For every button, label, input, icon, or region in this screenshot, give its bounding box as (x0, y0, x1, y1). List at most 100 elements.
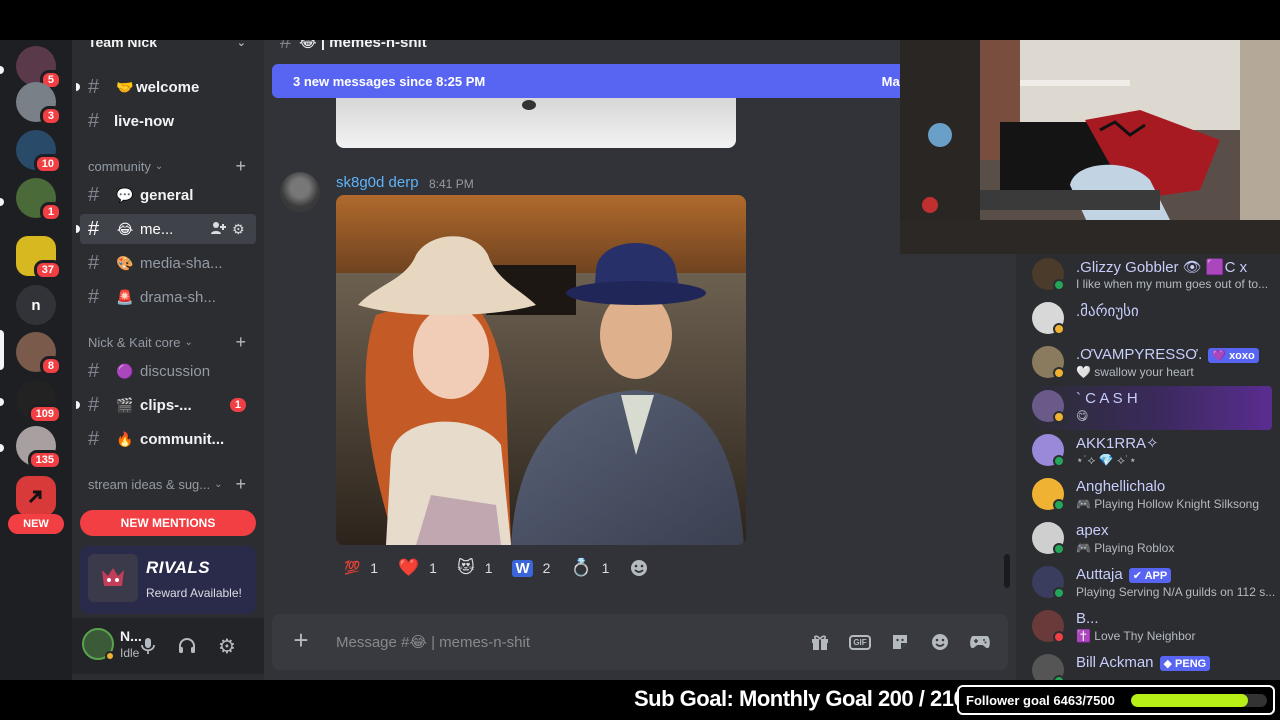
channel-welcome[interactable]: # 🤝 welcome (76, 72, 256, 102)
add-channel-icon[interactable]: + (235, 332, 246, 353)
server-icon-1[interactable]: 5 (16, 46, 62, 90)
reaction-heart-eyes[interactable]: 😻 1 (449, 554, 501, 582)
new-servers-pill[interactable]: NEW (8, 514, 64, 534)
channel-name: clips-... (140, 396, 192, 414)
reaction-emoji: 💍 (570, 558, 592, 577)
reaction-emoji: 😻 (456, 558, 475, 577)
channel-general[interactable]: # 💬 general (80, 180, 256, 210)
message-author[interactable]: sk8g0d derp (336, 174, 419, 191)
channel-memes[interactable]: # 😂 me... ⚙ (76, 214, 256, 244)
channel-emoji: 🚨 (116, 288, 134, 305)
server-icon-n[interactable]: n (16, 285, 56, 325)
previous-image-attachment[interactable] (336, 98, 736, 148)
channel-media-share[interactable]: # 🎨 media-sha... (80, 248, 256, 278)
gift-icon[interactable] (808, 630, 832, 654)
chevron-down-icon: ⌄ (184, 336, 193, 348)
reaction-100[interactable]: 💯 1 (336, 554, 386, 582)
add-reaction-button[interactable] (621, 554, 657, 582)
settings-gear-icon[interactable]: ⚙ (215, 634, 239, 658)
reaction-w[interactable]: W 2 (504, 554, 558, 582)
photo-attachment[interactable] (336, 195, 746, 545)
top-black-bar (0, 0, 1280, 40)
member-name-text: B... (1076, 610, 1099, 627)
server-icon-9[interactable] (16, 476, 56, 516)
member-row[interactable]: B... ✝️ Love Thy Neighbor (1024, 606, 1272, 650)
server-icon-5[interactable]: 37 (16, 236, 62, 280)
webcam-overlay (900, 40, 1280, 254)
apps-controller-icon[interactable] (968, 630, 992, 654)
member-name-text: ` C A S H (1076, 390, 1138, 407)
unread-pill (0, 444, 4, 452)
new-mentions-button[interactable]: NEW MENTIONS (80, 510, 256, 536)
status-indicator-icon (1053, 543, 1065, 555)
rivals-promo[interactable]: RIVALS Reward Available! (80, 546, 256, 614)
microphone-icon[interactable] (136, 634, 160, 658)
channel-community[interactable]: # 🔥 communit... (80, 424, 256, 454)
reaction-ring[interactable]: 💍 1 (562, 554, 617, 582)
sub-goal-text: Sub Goal: Monthly Goal 200 / 210 (634, 686, 966, 711)
emoji-icon[interactable] (928, 630, 952, 654)
mention-badge: 8 (39, 356, 62, 376)
channel-emoji: 💬 (116, 186, 134, 203)
add-channel-icon[interactable]: + (235, 156, 246, 177)
member-row[interactable]: .მარიუსი (1024, 298, 1272, 342)
category-label: community (88, 158, 151, 174)
member-activity: ✝️ Love Thy Neighbor (1076, 629, 1196, 643)
reaction-heart[interactable]: ❤️ 1 (390, 554, 445, 582)
channel-clips[interactable]: # 🎬 clips-... 1 (76, 390, 256, 420)
server-header[interactable]: Team Nick ⌄ (72, 40, 264, 52)
add-channel-icon[interactable]: + (235, 474, 246, 495)
hash-icon: # (88, 109, 100, 132)
member-name: .მარიუსი (1076, 302, 1139, 320)
member-tag-badge: ✔ APP (1128, 567, 1172, 583)
member-row[interactable]: Auttaja ✔ APP Playing Serving N/A guilds o… (1024, 562, 1275, 606)
category-nick-kait-core[interactable]: Nick & Kait core ⌄ + (88, 332, 256, 352)
chat-scrollbar[interactable] (1004, 554, 1010, 588)
server-icon-4[interactable]: 1 (16, 178, 62, 222)
follower-goal: Follower goal 6463/7500 (957, 685, 1275, 715)
channel-name: general (140, 186, 194, 204)
message-input[interactable]: Message #😂 | memes-n-shit (336, 633, 530, 651)
new-messages-bar[interactable]: 3 new messages since 8:25 PM Mark (272, 64, 912, 98)
chevron-down-icon: ⌄ (214, 478, 223, 490)
member-row[interactable]: apex 🎮 Playing Roblox (1024, 518, 1272, 562)
member-name-text: .ƠVAMPYRESSƠ. (1076, 346, 1203, 363)
mention-badge: 135 (27, 450, 62, 470)
server-icon-3[interactable]: 10 (16, 130, 62, 174)
hash-icon: # (88, 285, 100, 308)
headphones-icon[interactable] (175, 634, 199, 658)
mention-badge: 109 (27, 404, 62, 424)
server-icon-2[interactable]: 3 (16, 82, 62, 126)
channel-name: drama-sh... (140, 288, 216, 306)
reaction-count: 1 (484, 560, 493, 576)
member-row[interactable]: Anghellichalo 🎮 Playing Hollow Knight Sil… (1024, 474, 1272, 518)
gif-icon[interactable]: GIF (848, 630, 872, 654)
server-name: Team Nick (88, 40, 157, 50)
member-name: B... (1076, 610, 1099, 627)
channel-emoji: 🟣 (116, 362, 134, 379)
hash-icon: # (280, 40, 292, 53)
author-avatar[interactable] (280, 172, 320, 212)
server-icon-8[interactable]: 135 (16, 426, 62, 470)
invite-icon[interactable] (210, 220, 226, 239)
category-stream-ideas[interactable]: stream ideas & sug... ⌄ + (88, 474, 256, 494)
server-icon-7[interactable]: 109 (16, 380, 62, 424)
upload-plus-icon[interactable]: + (288, 627, 314, 654)
sticker-icon[interactable] (888, 630, 912, 654)
mention-badge: 1 (229, 398, 246, 412)
member-row[interactable]: ` C A S H 😋 (1024, 386, 1272, 430)
category-community[interactable]: community ⌄ + (88, 156, 256, 176)
channel-discussion[interactable]: # 🟣 discussion (80, 356, 256, 386)
member-row[interactable]: Bill Ackman ◆ PENG (1024, 650, 1272, 680)
member-row[interactable]: .ƠVAMPYRESSƠ. 💜 xoxo 🤍 swallow your heart (1024, 342, 1272, 386)
server-icon-team-nick[interactable]: 8 (16, 332, 62, 376)
channel-live-now[interactable]: # live-now (80, 106, 256, 136)
unread-pill (0, 198, 4, 206)
category-label: stream ideas & sug... (88, 476, 211, 492)
member-row[interactable]: AKK1RRA✧ ⋆˙⟡ 💎 ⟡˙⋆ (1024, 430, 1272, 474)
gear-icon[interactable]: ⚙ (232, 221, 245, 238)
channel-drama-share[interactable]: # 🚨 drama-sh... (80, 282, 256, 312)
arrow-logo-icon (28, 490, 42, 504)
member-row[interactable]: .Glizzy Gobbler 👁 🟪C xI like when my mum… (1024, 254, 1272, 298)
hash-icon: # (88, 251, 100, 274)
